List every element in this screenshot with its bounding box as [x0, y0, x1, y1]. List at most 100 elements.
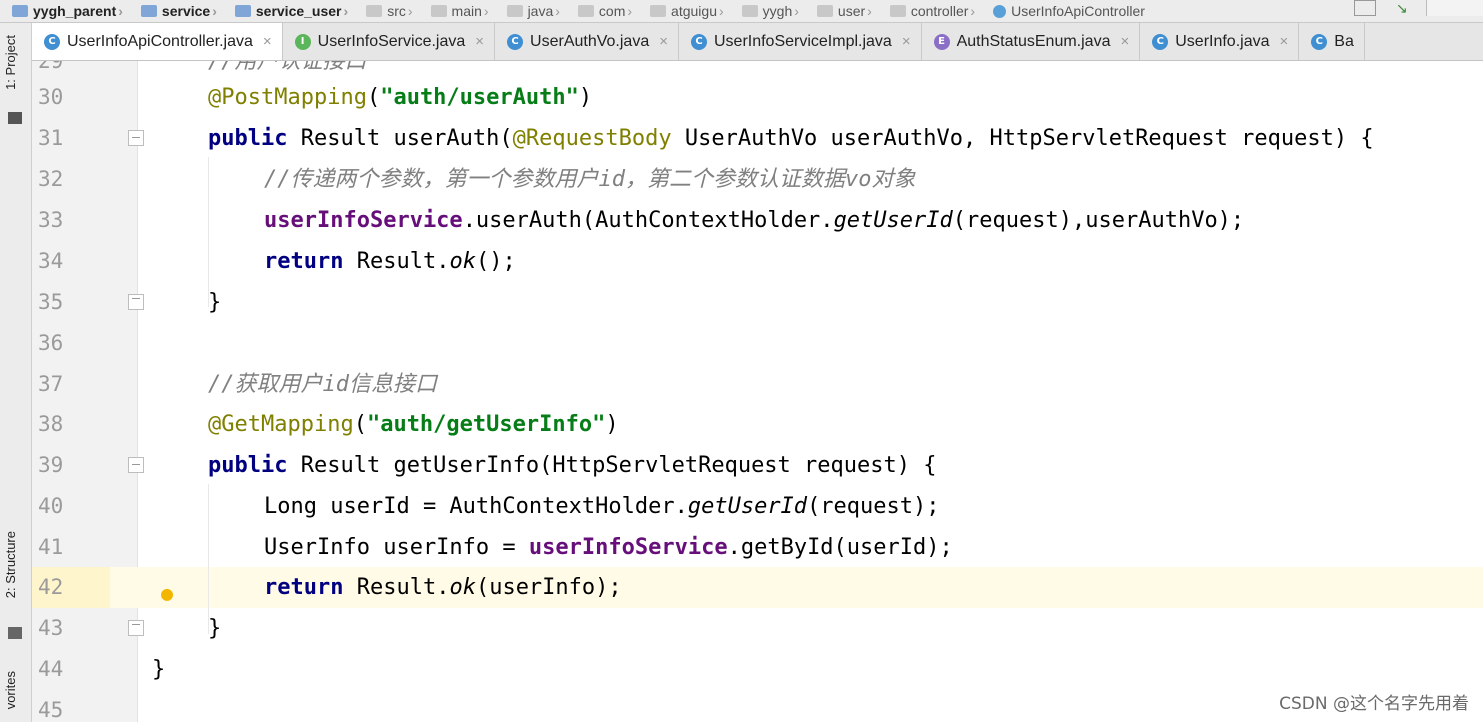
close-icon[interactable]: ×	[1280, 33, 1289, 50]
structure-tool-tab[interactable]: 2: Structure	[3, 531, 18, 598]
indent-guide	[208, 484, 209, 634]
breadcrumb-item[interactable]: yygh ›	[730, 0, 805, 22]
code-keyword: return	[264, 575, 344, 600]
interface-icon: I	[294, 33, 311, 50]
code-line: 33 userInfoService.userAuth(AuthContextH…	[32, 200, 1483, 241]
breadcrumb-item[interactable]: com ›	[566, 0, 638, 22]
code-line: 38 @GetMapping("auth/getUserInfo")	[32, 404, 1483, 445]
code-line: 39 public Result getUserInfo(HttpServlet…	[32, 445, 1483, 486]
build-icon[interactable]: ↘	[1396, 0, 1416, 16]
folder-icon	[8, 112, 22, 124]
breadcrumb-separator-icon: ›	[867, 3, 872, 19]
class-icon: C	[690, 33, 707, 50]
code-line: 36	[32, 323, 1483, 364]
breadcrumb-item[interactable]: main ›	[419, 0, 495, 22]
search-everywhere-button[interactable]	[1426, 0, 1483, 16]
code-text: .userAuth(AuthContextHolder.	[462, 208, 834, 233]
line-number: 39	[38, 453, 64, 477]
code-text: Result userAuth(	[287, 126, 513, 151]
breadcrumb-label: controller	[910, 3, 969, 19]
code-editor[interactable]: 29 //用户认证接口 30 @PostMapping("auth/userAu…	[32, 61, 1483, 722]
breadcrumb-item[interactable]: UserInfoApiController	[981, 0, 1151, 22]
favorites-tool-tab[interactable]: vorites	[3, 671, 18, 709]
editor-tab[interactable]: E AuthStatusEnum.java ×	[922, 23, 1141, 60]
editor-tab-label: UserInfoService.java	[317, 32, 466, 50]
breadcrumb-item[interactable]: java ›	[495, 0, 566, 22]
navigation-bar: yygh_parent › service › service_user › src › mai…	[0, 0, 1483, 23]
close-icon[interactable]: ×	[1120, 33, 1129, 50]
code-annotation: @GetMapping	[208, 412, 354, 437]
editor-tab[interactable]: C UserInfo.java ×	[1140, 23, 1300, 60]
line-number: 36	[38, 331, 64, 355]
line-number: 30	[38, 85, 64, 109]
code-field: userInfoService	[528, 535, 728, 560]
code-text: (request),userAuthVo);	[952, 208, 1245, 233]
breadcrumb-item[interactable]: user ›	[805, 0, 878, 22]
folder-icon	[366, 5, 383, 17]
editor-tab-label: UserAuthVo.java	[530, 32, 650, 50]
editor-tab[interactable]: C UserAuthVo.java ×	[495, 23, 679, 60]
breadcrumb-item[interactable]: controller ›	[878, 0, 981, 22]
close-icon[interactable]: ×	[902, 33, 911, 50]
editor-tab[interactable]: I UserInfoService.java ×	[283, 23, 496, 60]
breadcrumb-separator-icon: ›	[718, 3, 724, 19]
breadcrumb-separator-icon: ›	[212, 3, 217, 19]
breadcrumb-separator-icon: ›	[794, 3, 799, 19]
breadcrumb-separator-icon: ›	[407, 3, 413, 19]
folder-icon	[430, 5, 447, 17]
breadcrumb-label: yygh_parent	[33, 3, 117, 19]
code-text: (userInfo);	[475, 575, 622, 600]
code-line: 35 }	[32, 282, 1483, 323]
editor-tab[interactable]: C Ba	[1299, 23, 1365, 60]
folder-icon	[506, 5, 523, 17]
line-number: 40	[38, 494, 64, 518]
code-comment: //传递两个参数，第一个参数用户id，第二个参数认证数据vo对象	[264, 167, 916, 192]
line-number: 43	[38, 616, 64, 640]
code-text: UserInfo userInfo =	[264, 535, 529, 560]
code-line: 31 public Result userAuth(@RequestBody U…	[32, 118, 1483, 159]
editor-tab-bar: C UserInfoApiController.java × I UserInfoSer…	[32, 23, 1483, 61]
line-number: 31	[38, 126, 64, 150]
breadcrumb-separator-icon: ›	[118, 3, 123, 19]
line-number: 32	[38, 167, 64, 191]
watermark: CSDN @这个名字先用着	[1279, 694, 1469, 714]
editor-tab-label: Ba	[1334, 32, 1354, 50]
code-text: }	[208, 616, 222, 641]
run-config-icon[interactable]	[1354, 0, 1376, 16]
breadcrumb-label: yygh	[762, 3, 793, 19]
breadcrumb-separator-icon: ›	[555, 3, 560, 19]
fold-toggle-icon[interactable]	[128, 294, 144, 310]
code-method: getUserId	[833, 208, 953, 233]
project-tool-tab[interactable]: 1: Project	[3, 35, 18, 90]
fold-toggle-icon[interactable]	[128, 457, 144, 473]
code-line: 45	[32, 690, 1483, 722]
fold-toggle-icon[interactable]	[128, 620, 144, 636]
folder-icon	[234, 5, 251, 17]
breadcrumb-item[interactable]: src ›	[354, 0, 418, 22]
code-line: 30 @PostMapping("auth/userAuth")	[32, 77, 1483, 118]
code-line: 37 //获取用户id信息接口	[32, 364, 1483, 405]
close-icon[interactable]: ×	[263, 33, 272, 50]
breadcrumb-item[interactable]: service ›	[129, 0, 223, 22]
breadcrumb-separator-icon: ›	[483, 3, 489, 19]
code-keyword: return	[264, 249, 344, 274]
folder-icon	[140, 5, 157, 17]
code-method: ok	[449, 575, 476, 600]
editor-tab[interactable]: C UserInfoServiceImpl.java ×	[679, 23, 922, 60]
breadcrumb-item[interactable]: yygh_parent ›	[0, 0, 129, 22]
code-text: Result.	[343, 575, 450, 600]
editor-tab[interactable]: C UserInfoApiController.java ×	[32, 23, 283, 60]
code-method: getUserId	[687, 494, 808, 519]
breadcrumb-label: UserInfoApiController	[1011, 3, 1145, 19]
close-icon[interactable]: ×	[659, 33, 668, 50]
breadcrumb-item[interactable]: service_user ›	[223, 0, 354, 22]
fold-toggle-icon[interactable]	[128, 130, 144, 146]
code-string: "auth/getUserInfo"	[366, 412, 606, 437]
folder-icon	[577, 5, 594, 17]
close-icon[interactable]: ×	[475, 33, 484, 50]
enum-icon: E	[933, 33, 950, 50]
breadcrumb-item[interactable]: atguigu ›	[638, 0, 730, 22]
breadcrumb-label: com	[598, 3, 626, 19]
folder-icon	[650, 5, 667, 17]
code-line: 32 //传递两个参数，第一个参数用户id，第二个参数认证数据vo对象	[32, 159, 1483, 200]
